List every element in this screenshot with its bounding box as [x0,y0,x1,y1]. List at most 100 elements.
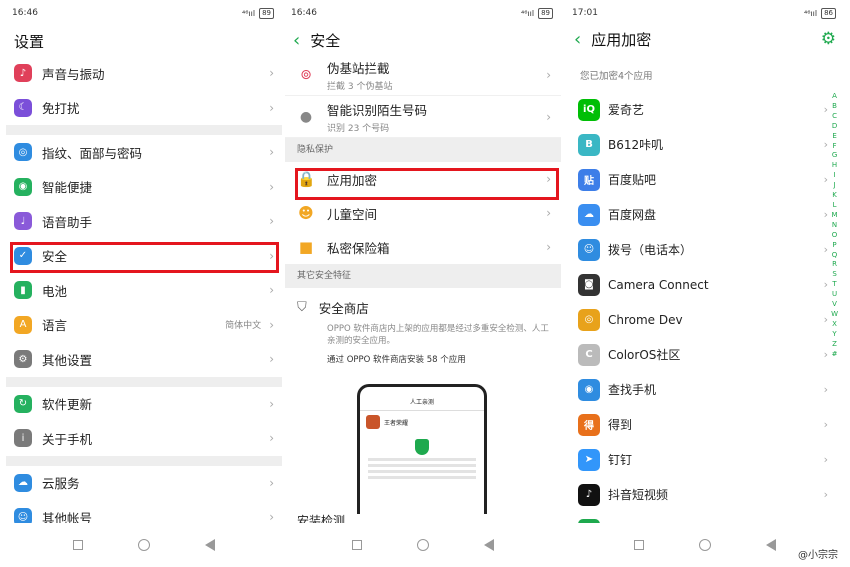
home-button[interactable] [416,539,429,551]
back-arrow-icon[interactable]: ‹ [574,29,581,50]
alphabet-index[interactable]: A B C D E F G H I J K L M N O P Q R S T U V W X Y Z # [831,92,838,358]
illustration-app-name: 王者荣耀 [384,419,409,427]
settings-item[interactable]: ▮ 电池 › [6,273,282,308]
privacy-item[interactable]: ☻ 儿童空间 › [285,196,561,230]
settings-item[interactable]: ↻ 软件更新 › [6,387,282,422]
alphabet-letter[interactable]: N [831,221,838,230]
recent-apps-button[interactable] [352,540,363,550]
settings-item-label: 语言 [42,318,68,334]
store-description: OPPO 软件商店内上架的应用都是经过多重安全检测、人工亲测的安全应用。 [327,324,549,346]
back-arrow-icon[interactable]: ‹ [293,30,300,51]
app-name: ColorOS社区 [608,348,681,362]
alphabet-letter[interactable]: E [831,132,838,141]
chevron-right-icon: › [269,100,274,115]
alphabet-letter[interactable]: F [831,142,838,151]
alphabet-letter[interactable]: U [831,290,838,299]
app-list-item[interactable]: ☺ 拨号（电话本） › [566,232,844,267]
settings-item-label: 软件更新 [42,397,93,413]
app-list-item[interactable]: 得得到 › [566,407,844,442]
settings-item[interactable]: ☾ 免打扰 › [6,91,282,126]
alphabet-letter[interactable]: A [831,92,838,101]
alphabet-letter[interactable]: P [831,241,838,250]
security-item[interactable]: ⊚ 伪基站拦截 拦截 3 个伪基站 › [285,54,561,96]
back-nav-button[interactable] [766,539,777,551]
app-list-item[interactable]: ◎ Chrome Dev › [566,302,844,337]
alphabet-letter[interactable]: H [831,161,838,170]
settings-item[interactable]: ☁ 云服务 › [6,466,282,501]
alphabet-letter[interactable]: Y [831,330,838,339]
settings-item[interactable]: ⚙ 其他设置 › [6,342,282,377]
status-bar: 16:46 ⁴⁶ııl 89 [6,0,282,26]
dingtalk-icon: ➤ [578,448,600,471]
signal-tower-icon: ⊚ [300,66,312,83]
gear-icon[interactable]: ⚙ [821,29,836,49]
alphabet-letter[interactable]: J [831,181,838,190]
alphabet-letter[interactable]: X [831,320,838,329]
settings-item[interactable]: ♩ 语音助手 › [6,204,282,239]
settings-item[interactable]: i 关于手机 › [6,421,282,456]
status-signal: ⁴⁶ııl [241,8,256,18]
privacy-section-header: 隐私保护 [285,138,561,162]
settings-item[interactable]: ◉ 智能便捷 › [6,170,282,205]
chevron-right-icon: › [823,348,828,361]
safe-box-icon: ■ [298,238,314,256]
app-list-item[interactable]: B B612咔叽 › [566,127,844,162]
alphabet-letter[interactable]: I [831,171,838,180]
alphabet-letter[interactable]: G [831,151,838,160]
home-button[interactable] [137,539,150,551]
nav-bar [285,523,561,567]
settings-item[interactable]: A 语言 简体中文 › [6,308,282,343]
alphabet-letter[interactable]: K [831,191,838,200]
recent-apps-button[interactable] [73,540,84,550]
alphabet-letter[interactable]: S [831,270,838,279]
highlight-box [10,242,279,273]
watermark: @小宗宗 [798,550,838,561]
chrome-icon: ◎ [578,308,600,331]
app-list-item[interactable]: iQ 爱奇艺 › [566,92,844,127]
alphabet-letter[interactable]: D [831,122,838,131]
alphabet-letter[interactable]: # [831,350,838,359]
alphabet-letter[interactable]: W [831,310,838,319]
app-name: Camera Connect [608,277,709,292]
child-icon: ☻ [298,204,314,222]
alphabet-letter[interactable]: L [831,201,838,210]
contact-icon: ● [299,108,313,125]
chevron-right-icon: › [269,431,274,446]
status-time: 16:46 [12,8,38,18]
back-nav-button[interactable] [204,539,215,551]
alphabet-letter[interactable]: O [831,231,838,240]
settings-item-label: 云服务 [42,476,80,492]
privacy-item[interactable]: ■ 私密保险箱 › [285,230,561,264]
security-item[interactable]: ● 智能识别陌生号码 识别 23 个号码 › [285,96,561,138]
chevron-right-icon: › [269,179,274,194]
alphabet-letter[interactable]: M [831,211,838,220]
recent-apps-button[interactable] [633,540,644,550]
language-icon: A [14,315,32,334]
app-list-item[interactable]: ◉ 查找手机 › [566,372,844,407]
app-list-item[interactable]: ☁ 百度网盘 › [566,197,844,232]
app-name: 拨号（电话本） [608,243,693,257]
alphabet-letter[interactable]: Z [831,340,838,349]
update-icon: ↻ [14,394,32,413]
alphabet-letter[interactable]: Q [831,251,838,260]
secure-store-card[interactable]: ⛉ 安全商店 OPPO 软件商店内上架的应用都是经过多重安全检测、人工亲测的安全… [285,288,561,365]
alphabet-letter[interactable]: C [831,112,838,121]
home-button[interactable] [698,539,711,551]
alphabet-letter[interactable]: T [831,280,838,289]
app-list-item[interactable]: ♪ 抖音短视频 › [566,477,844,512]
alphabet-letter[interactable]: V [831,300,838,309]
status-time: 17:01 [572,8,598,18]
alphabet-letter[interactable]: R [831,260,838,269]
alphabet-letter[interactable]: B [831,102,838,111]
settings-item[interactable]: ♪ 声音与振动 › [6,56,282,91]
settings-item[interactable]: ◎ 指纹、面部与密码 › [6,135,282,170]
chevron-right-icon: › [269,475,274,490]
app-list-item[interactable]: C ColorOS社区 › [566,337,844,372]
app-list-item[interactable]: ◙ Camera Connect › [566,267,844,302]
app-list-item[interactable]: ➤ 钉钉 › [566,442,844,477]
chevron-right-icon: › [823,383,828,396]
back-nav-button[interactable] [483,539,494,551]
settings-item-label: 免打扰 [42,101,80,117]
app-list-item[interactable]: 贴百度贴吧 › [566,162,844,197]
security-item-title: 伪基站拦截 [327,60,390,76]
